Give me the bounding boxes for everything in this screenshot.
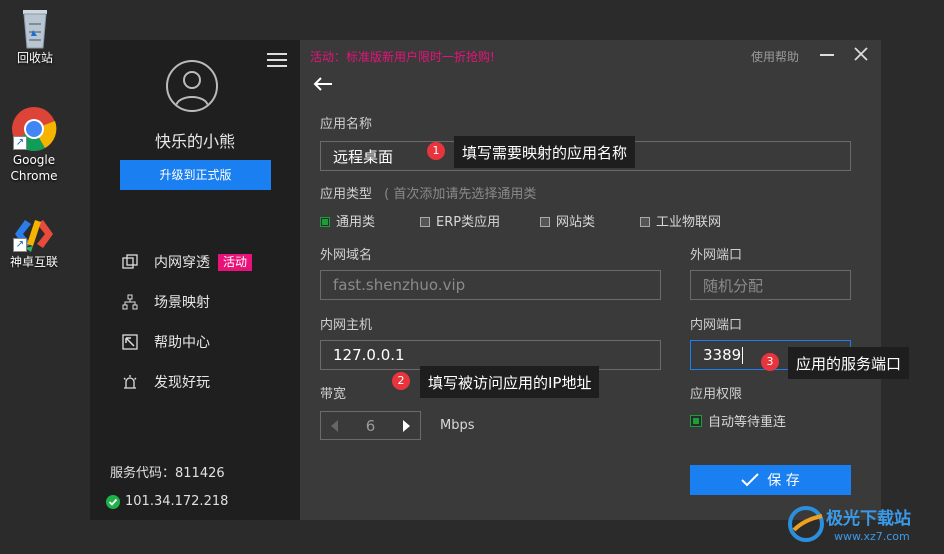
alarm-light-icon xyxy=(123,375,137,389)
help-link[interactable]: 使用帮助 xyxy=(751,48,799,65)
annotation-tooltip-3: 应用的服务端口 xyxy=(788,347,910,379)
back-button[interactable] xyxy=(312,76,334,92)
bandwidth-unit: Mbps xyxy=(440,418,475,433)
online-check-icon xyxy=(106,494,120,509)
annotation-tooltip-1: 填写需要映射的应用名称 xyxy=(454,136,636,168)
network-icon xyxy=(122,294,138,310)
int-port-value: 3389 xyxy=(703,346,742,364)
watermark-logo-icon xyxy=(788,506,824,542)
shenzhuo-label: 神卓互联 xyxy=(9,255,58,269)
sidebar-item-intranet[interactable]: 内网穿透 活动 xyxy=(122,252,253,272)
annotation-badge-2: 2 xyxy=(392,372,410,390)
shenzhuo-logo-icon: ↗ xyxy=(11,214,57,254)
back-arrow-icon xyxy=(313,77,332,91)
type-option-label: ERP类应用 xyxy=(436,215,501,230)
checkbox-icon xyxy=(640,217,650,227)
checkbox-icon xyxy=(420,217,430,227)
watermark-url: www.xz7.com xyxy=(834,530,910,543)
type-option-iot[interactable]: 工业物联网 xyxy=(640,211,721,230)
promo-banner[interactable]: 活动：标准版新用户限时一折抢购! xyxy=(310,48,495,65)
type-option-label: 网站类 xyxy=(556,215,596,230)
sidebar-item-label: 内网穿透 xyxy=(154,255,210,271)
minimize-button[interactable] xyxy=(820,54,834,56)
checkbox-checked-icon xyxy=(320,217,330,227)
annotation-badge-3: 3 xyxy=(761,353,779,371)
recycle-bin-label: 回收站 xyxy=(16,51,53,65)
help-icon xyxy=(122,334,138,350)
app-type-title: 应用类型 xyxy=(320,187,373,202)
domain-value: fast.shenzhuo.vip xyxy=(333,276,466,294)
bandwidth-label: 带宽 xyxy=(320,387,347,402)
chrome-label-line2: Chrome xyxy=(10,169,58,183)
increment-arrow-icon[interactable] xyxy=(402,419,410,432)
sidebar-item-help[interactable]: 帮助中心 xyxy=(122,332,210,352)
main-panel: 活动：标准版新用户限时一折抢购! 使用帮助 应用名称 远程桌面 应用类型 ( 首… xyxy=(300,40,881,520)
type-option-website[interactable]: 网站类 xyxy=(540,211,595,230)
app-type-hint: ( 首次添加请先选择通用类 xyxy=(384,187,537,202)
chrome-icon: ↗ xyxy=(11,106,57,152)
text-cursor xyxy=(742,346,744,364)
upgrade-button[interactable]: 升级到正式版 xyxy=(120,160,271,190)
sidebar-item-discover[interactable]: 发现好玩 xyxy=(122,372,210,392)
app-name-label: 应用名称 xyxy=(320,117,373,132)
chrome-desktop-icon[interactable]: ↗ Google Chrome xyxy=(4,106,64,184)
domain-input[interactable]: fast.shenzhuo.vip xyxy=(320,270,661,300)
checkmark-icon xyxy=(741,473,759,487)
menu-icon[interactable] xyxy=(267,53,287,67)
shenzhuo-desktop-icon[interactable]: ↗ 神卓互联 xyxy=(4,214,64,270)
sidebar-item-scenes[interactable]: 场景映射 xyxy=(122,292,210,312)
auto-reconnect-option[interactable]: 自动等待重连 xyxy=(690,411,786,430)
user-icon xyxy=(175,71,209,107)
sidebar-item-label: 发现好玩 xyxy=(154,375,210,391)
host-value: 127.0.0.1 xyxy=(333,346,405,364)
recycle-bin-icon xyxy=(23,10,47,49)
shortcut-arrow-icon: ↗ xyxy=(13,136,27,150)
close-button[interactable] xyxy=(853,46,869,62)
ip-address: 101.34.172.218 xyxy=(125,494,229,509)
domain-label: 外网域名 xyxy=(320,248,373,263)
shortcut-arrow-icon: ↗ xyxy=(13,238,27,252)
checkbox-icon xyxy=(540,217,550,227)
watermark-name: 极光下载站 xyxy=(826,509,911,529)
save-label: 保 存 xyxy=(767,473,800,489)
save-button[interactable]: 保 存 xyxy=(690,465,851,495)
ext-port-input[interactable]: 随机分配 xyxy=(690,270,851,300)
auto-reconnect-label: 自动等待重连 xyxy=(708,415,787,430)
type-option-erp[interactable]: ERP类应用 xyxy=(420,211,500,230)
int-port-label: 内网端口 xyxy=(690,318,743,333)
activity-badge: 活动 xyxy=(218,253,253,271)
type-option-general[interactable]: 通用类 xyxy=(320,211,375,230)
sidebar-item-label: 场景映射 xyxy=(154,295,210,311)
ext-port-label: 外网端口 xyxy=(690,248,743,263)
ext-port-placeholder: 随机分配 xyxy=(703,276,764,295)
annotation-badge-1: 1 xyxy=(427,142,445,160)
chrome-label-line1: Google xyxy=(12,153,56,167)
host-label: 内网主机 xyxy=(320,318,373,333)
ip-status: 101.34.172.218 xyxy=(106,494,228,509)
type-option-label: 通用类 xyxy=(336,215,376,230)
app-name-value: 远程桌面 xyxy=(333,147,394,166)
checkbox-checked-icon xyxy=(690,415,702,427)
bandwidth-stepper[interactable]: 6 xyxy=(320,411,421,440)
decrement-arrow-icon[interactable] xyxy=(331,419,339,432)
annotation-tooltip-2: 填写被访问应用的IP地址 xyxy=(420,366,600,398)
watermark: 极光下载站 www.xz7.com xyxy=(786,500,940,548)
close-icon xyxy=(854,47,868,61)
avatar[interactable] xyxy=(166,60,218,112)
sidebar-item-label: 帮助中心 xyxy=(154,335,210,351)
sidebar: 快乐的小熊 升级到正式版 内网穿透 活动 场景映射 帮助中心 发现好玩 服务代码… xyxy=(90,40,300,520)
intranet-icon xyxy=(122,254,138,269)
recycle-bin-desktop-icon[interactable]: 回收站 xyxy=(5,4,65,66)
type-option-label: 工业物联网 xyxy=(656,215,722,230)
permission-label: 应用权限 xyxy=(690,387,743,402)
service-code: 服务代码：811426 xyxy=(110,466,225,481)
app-type-label: 应用类型 ( 首次添加请先选择通用类 xyxy=(320,183,536,202)
bandwidth-value: 6 xyxy=(365,416,376,435)
username: 快乐的小熊 xyxy=(154,132,235,151)
app-window: 快乐的小熊 升级到正式版 内网穿透 活动 场景映射 帮助中心 发现好玩 服务代码… xyxy=(90,40,910,520)
